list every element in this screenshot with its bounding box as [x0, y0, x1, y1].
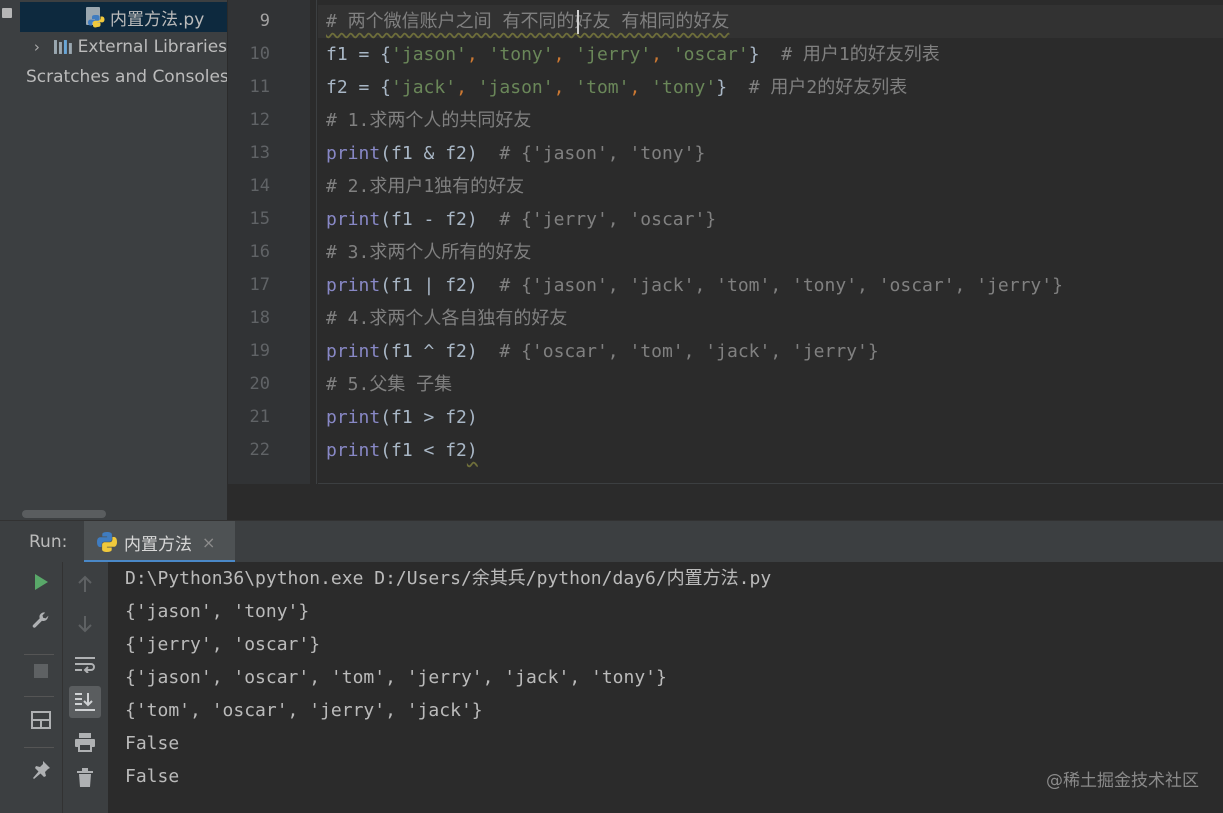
code-line-22[interactable]: print(f1 < f2): [326, 434, 478, 467]
toolbar-separator: [24, 654, 54, 655]
code-line-20[interactable]: # 5.父集 子集: [326, 368, 452, 401]
line-number: 10: [249, 44, 270, 64]
tree-item-label: External Libraries: [77, 37, 227, 57]
code-line-21[interactable]: print(f1 > f2): [326, 401, 478, 434]
line-number-gutter: 9 10 11 12 13 14 15 16 17 18 19 20 21 22: [228, 0, 310, 484]
text-caret: [577, 10, 579, 34]
project-panel: 内置方法.py › External Libraries Scratches a…: [20, 0, 227, 520]
scroll-to-end-icon[interactable]: [69, 686, 101, 718]
line-number: 9: [259, 11, 270, 31]
close-icon[interactable]: ×: [202, 533, 215, 552]
run-toolbar-secondary: [62, 562, 109, 813]
run-icon[interactable]: [27, 568, 55, 596]
console-line: {'jason', 'oscar', 'tom', 'jerry', 'jack…: [125, 667, 667, 688]
toolbar-separator: [24, 696, 54, 697]
down-arrow-icon[interactable]: [71, 610, 99, 638]
scrollbar-thumb[interactable]: [22, 510, 106, 518]
tree-item-file[interactable]: 内置方法.py: [20, 2, 227, 32]
library-icon: [53, 40, 72, 54]
run-toolbar-primary: [0, 562, 62, 813]
code-line-9[interactable]: # 两个微信账户之间 有不同的好友 有相同的好友: [326, 5, 729, 38]
code-editor[interactable]: 9 10 11 12 13 14 15 16 17 18 19 20 21 22…: [228, 0, 1223, 520]
line-number: 12: [249, 110, 270, 130]
stop-icon[interactable]: [27, 657, 55, 685]
python-icon: [97, 532, 117, 552]
fold-gutter-divider: [316, 0, 317, 484]
run-console[interactable]: D:\Python36\python.exe D:/Users/余其兵/pyth…: [108, 562, 1223, 813]
line-number: 20: [249, 374, 270, 394]
horizontal-scrollbar[interactable]: [20, 508, 227, 520]
code-line-16[interactable]: # 3.求两个人所有的好友: [326, 236, 531, 269]
trash-icon[interactable]: [71, 764, 99, 792]
code-line-14[interactable]: # 2.求用户1独有的好友: [326, 170, 524, 203]
tree-item-scratches[interactable]: Scratches and Consoles: [20, 62, 227, 92]
watermark: @稀土掘金技术社区: [1046, 771, 1199, 791]
tool-window-strip: [0, 0, 21, 520]
console-line: {'jason', 'tony'}: [125, 601, 310, 622]
code-line-13[interactable]: print(f1 & f2) # {'jason', 'tony'}: [326, 137, 705, 170]
tree-item-label: Scratches and Consoles: [26, 67, 227, 87]
line-number: 21: [249, 407, 270, 427]
run-tab-label: 内置方法: [124, 534, 192, 555]
project-tab-icon[interactable]: [2, 8, 12, 18]
line-number: 19: [249, 341, 270, 361]
run-panel-title: Run:: [29, 532, 68, 552]
console-line: {'tom', 'oscar', 'jerry', 'jack'}: [125, 700, 483, 721]
line-number: 18: [249, 308, 270, 328]
console-line: False: [125, 766, 180, 787]
line-number: 14: [249, 176, 270, 196]
run-tab[interactable]: 内置方法 ×: [84, 521, 235, 563]
code-line-18[interactable]: # 4.求两个人各自独有的好友: [326, 302, 567, 335]
toolbar-separator: [24, 747, 54, 748]
pin-icon[interactable]: [27, 756, 55, 784]
line-number: 11: [249, 77, 270, 97]
code-line-19[interactable]: print(f1 ^ f2) # {'oscar', 'tom', 'jack'…: [326, 335, 879, 368]
console-line: D:\Python36\python.exe D:/Users/余其兵/pyth…: [125, 568, 772, 589]
wrench-icon[interactable]: [27, 607, 55, 635]
tree-item-label: 内置方法.py: [110, 9, 205, 30]
python-file-icon: [86, 7, 105, 28]
console-line: False: [125, 733, 180, 754]
layout-icon[interactable]: [27, 706, 55, 734]
up-arrow-icon[interactable]: [71, 570, 99, 598]
code-line-11[interactable]: f2 = {'jack', 'jason', 'tom', 'tony'} # …: [326, 71, 907, 104]
line-number: 15: [249, 209, 270, 229]
run-panel-header: Run: 内置方法 ×: [0, 520, 1223, 563]
code-line-10[interactable]: f1 = {'jason', 'tony', 'jerry', 'oscar'}…: [326, 38, 940, 71]
line-number: 22: [249, 440, 270, 460]
line-number: 16: [249, 242, 270, 262]
soft-wrap-icon[interactable]: [71, 650, 99, 678]
code-area-border: [318, 483, 1223, 484]
line-number: 17: [249, 275, 270, 295]
code-line-17[interactable]: print(f1 | f2) # {'jason', 'jack', 'tom'…: [326, 269, 1063, 302]
line-number: 13: [249, 143, 270, 163]
print-icon[interactable]: [71, 728, 99, 756]
chevron-right-icon[interactable]: ›: [30, 38, 44, 56]
tree-item-external-libraries[interactable]: › External Libraries: [20, 32, 227, 62]
console-line: {'jerry', 'oscar'}: [125, 634, 321, 655]
code-line-15[interactable]: print(f1 - f2) # {'jerry', 'oscar'}: [326, 203, 716, 236]
code-line-12[interactable]: # 1.求两个人的共同好友: [326, 104, 531, 137]
